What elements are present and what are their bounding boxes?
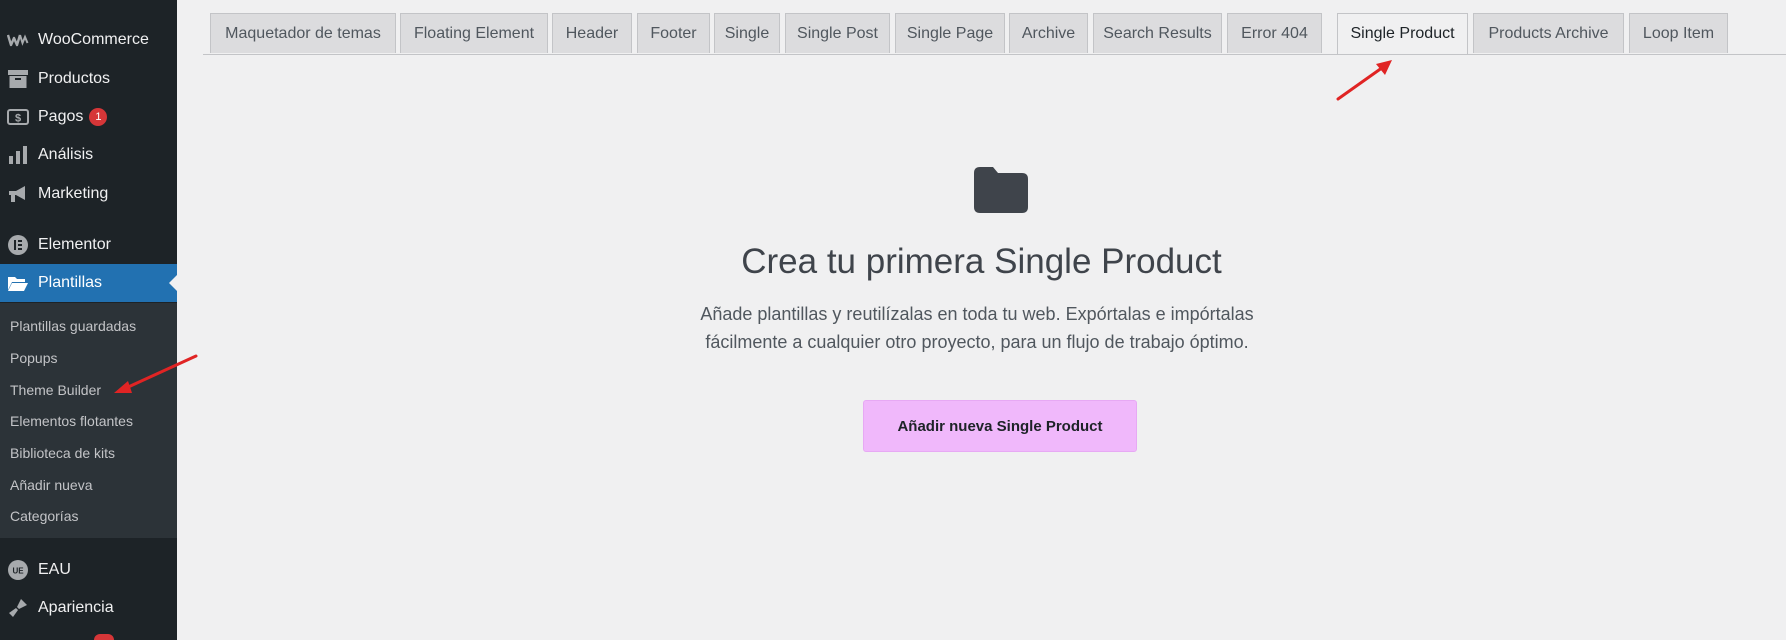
plantillas-submenu: Plantillas guardadas Popups Theme Builde… — [0, 303, 177, 538]
menu-label: Productos — [38, 70, 111, 87]
menu-item-eau[interactable]: UE EAU — [0, 551, 177, 589]
menu-item-woocommerce[interactable]: WooCommerce — [0, 21, 177, 59]
submenu-item-anadir-nueva[interactable]: Añadir nueva — [10, 477, 93, 493]
menu-label: Análisis — [38, 146, 94, 163]
folder-open-icon — [6, 271, 30, 295]
bar-chart-icon — [6, 143, 30, 167]
svg-text:$: $ — [15, 113, 21, 125]
notification-badge: 1 — [89, 108, 108, 126]
empty-state: Crea tu primera Single Product Añade pla… — [177, 55, 1786, 640]
menu-item-analisis[interactable]: Análisis — [0, 136, 177, 174]
paintbrush-icon — [6, 596, 30, 620]
elementor-icon — [6, 233, 30, 257]
empty-state-description: Añade plantillas y reutilízalas en toda … — [700, 304, 1254, 352]
menu-item-plantillas[interactable]: Plantillas — [0, 264, 177, 302]
tab-floating-element[interactable]: Floating Element — [400, 13, 548, 53]
tab-error-404[interactable]: Error 404 — [1227, 13, 1322, 53]
megaphone-icon — [6, 182, 30, 206]
menu-label: Plantillas — [38, 274, 103, 291]
menu-item-pagos[interactable]: $ Pagos 1 — [0, 98, 177, 136]
submenu-item-theme-builder[interactable]: Theme Builder — [10, 382, 101, 398]
tab-footer[interactable]: Footer — [637, 13, 710, 53]
folder-icon — [974, 167, 1028, 213]
menu-label: EAU — [38, 561, 71, 578]
submenu-item-categorias[interactable]: Categorías — [10, 508, 78, 524]
eau-icon: UE — [6, 558, 30, 582]
menu-label: WooCommerce — [38, 31, 149, 48]
money-icon: $ — [6, 105, 30, 129]
empty-state-title: Crea tu primera Single Product — [741, 242, 1222, 281]
menu-label: Marketing — [38, 185, 109, 202]
tab-products-archive[interactable]: Products Archive — [1473, 13, 1624, 53]
tab-single[interactable]: Single — [714, 13, 780, 53]
menu-label: Elementor — [38, 236, 111, 253]
submenu-item-biblioteca-de-kits[interactable]: Biblioteca de kits — [10, 445, 115, 461]
woocommerce-icon — [6, 28, 30, 52]
tab-single-page[interactable]: Single Page — [895, 13, 1005, 53]
menu-item-elementor[interactable]: Elementor — [0, 226, 177, 264]
tab-loop-item[interactable]: Loop Item — [1629, 13, 1728, 53]
menu-item-marketing[interactable]: Marketing — [0, 175, 177, 213]
submenu-item-plantillas-guardadas[interactable]: Plantillas guardadas — [10, 318, 136, 334]
menu-label: Pagos — [38, 108, 84, 125]
menu-label: Apariencia — [38, 599, 114, 616]
tab-header[interactable]: Header — [552, 13, 632, 53]
submenu-item-popups[interactable]: Popups — [10, 350, 57, 366]
admin-sidebar: WooCommerce Productos $ Pagos 1 Análisis… — [0, 0, 177, 640]
tab-archive[interactable]: Archive — [1009, 13, 1088, 53]
tab-single-product[interactable]: Single Product — [1337, 13, 1468, 54]
tab-search-results[interactable]: Search Results — [1093, 13, 1222, 53]
tab-single-post[interactable]: Single Post — [785, 13, 890, 53]
notification-badge — [94, 634, 114, 640]
svg-text:UE: UE — [12, 567, 24, 576]
add-new-single-product-button[interactable]: Añadir nueva Single Product — [863, 400, 1137, 452]
archive-icon — [6, 67, 30, 91]
submenu-item-elementos-flotantes[interactable]: Elementos flotantes — [10, 413, 133, 429]
menu-item-apariencia[interactable]: Apariencia — [0, 589, 177, 627]
menu-item-productos[interactable]: Productos — [0, 60, 177, 98]
theme-builder-tabs: Maquetador de temas Floating Element Hea… — [203, 0, 1786, 55]
tab-maquetador-de-temas[interactable]: Maquetador de temas — [210, 13, 396, 53]
